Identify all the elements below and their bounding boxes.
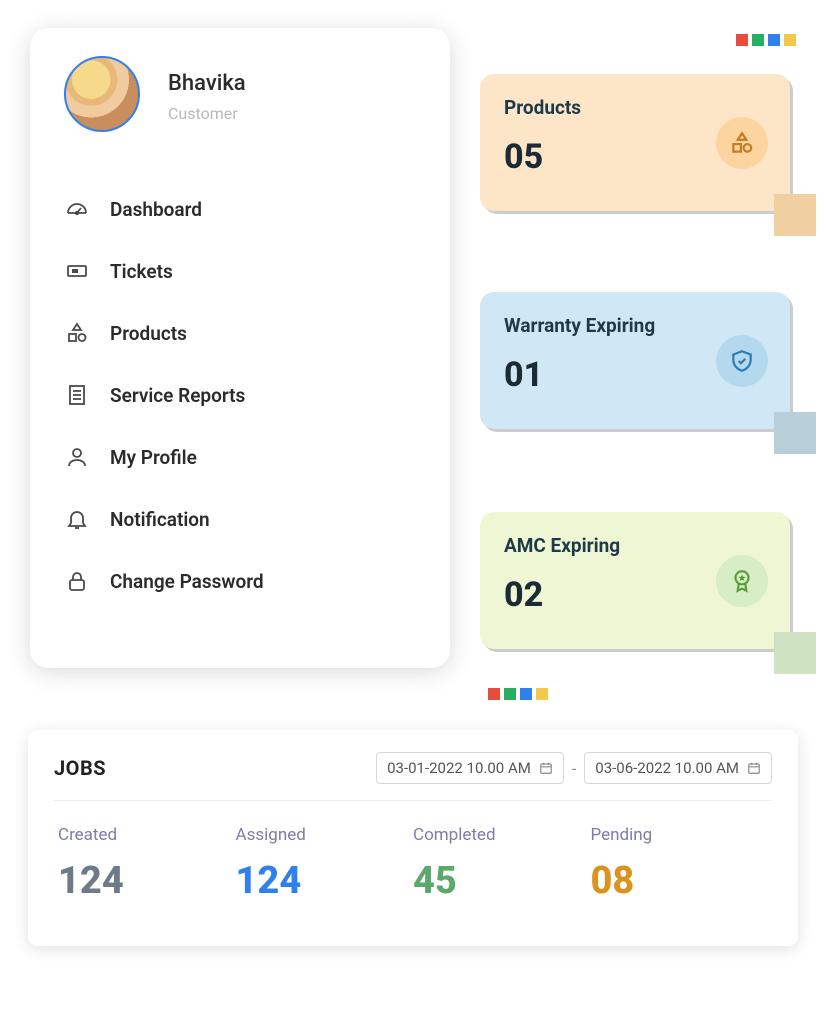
- date-from-text: 03-01-2022 10.00 AM: [387, 759, 531, 777]
- decor-dots-top: [736, 34, 796, 46]
- job-stat-pending: Pending 08: [591, 825, 769, 903]
- decor-dots-mid: [488, 688, 548, 700]
- nav-item-service-reports[interactable]: Service Reports: [64, 364, 416, 426]
- nav-item-my-profile[interactable]: My Profile: [64, 426, 416, 488]
- nav-item-notification[interactable]: Notification: [64, 488, 416, 550]
- nav-item-products[interactable]: Products: [64, 302, 416, 364]
- date-to-input[interactable]: 03-06-2022 10.00 AM: [584, 752, 772, 784]
- jobs-panel: JOBS 03-01-2022 10.00 AM - 03-06-2022 10…: [28, 730, 798, 946]
- card-warranty[interactable]: Warranty Expiring 01: [480, 292, 790, 429]
- job-stat-completed: Completed 45: [413, 825, 591, 903]
- sidebar: Bhavika Customer Dashboard Tickets Produ…: [30, 28, 450, 668]
- dashboard-icon: [64, 196, 90, 222]
- job-label: Completed: [413, 825, 591, 845]
- card-title: Products: [504, 96, 766, 119]
- corner-tab: [774, 632, 816, 674]
- lock-icon: [64, 568, 90, 594]
- job-stat-created: Created 124: [58, 825, 236, 903]
- card-title: Warranty Expiring: [504, 314, 766, 337]
- nav-label: My Profile: [110, 446, 197, 469]
- jobs-title: JOBS: [54, 756, 106, 780]
- ticket-icon: [64, 258, 90, 284]
- job-value: 124: [58, 859, 236, 903]
- profile-role: Customer: [168, 104, 246, 123]
- nav-item-dashboard[interactable]: Dashboard: [64, 178, 416, 240]
- shield-icon: [716, 335, 768, 387]
- job-stat-assigned: Assigned 124: [236, 825, 414, 903]
- date-from-input[interactable]: 03-01-2022 10.00 AM: [376, 752, 564, 784]
- profile-name: Bhavika: [168, 71, 246, 96]
- job-label: Pending: [591, 825, 769, 845]
- nav-label: Dashboard: [110, 198, 202, 221]
- date-separator: -: [572, 759, 576, 778]
- profile-icon: [64, 444, 90, 470]
- card-title: AMC Expiring: [504, 534, 766, 557]
- nav-label: Service Reports: [110, 384, 245, 407]
- bell-icon: [64, 506, 90, 532]
- nav-label: Tickets: [110, 260, 173, 283]
- badge-icon: [716, 555, 768, 607]
- avatar: [64, 56, 140, 132]
- calendar-icon: [539, 761, 553, 775]
- date-range: 03-01-2022 10.00 AM - 03-06-2022 10.00 A…: [376, 752, 772, 784]
- corner-tab: [774, 194, 816, 236]
- nav-item-change-password[interactable]: Change Password: [64, 550, 416, 612]
- job-value: 45: [413, 859, 591, 903]
- shapes-icon: [716, 117, 768, 169]
- job-value: 08: [591, 859, 769, 903]
- job-value: 124: [236, 859, 414, 903]
- job-label: Assigned: [236, 825, 414, 845]
- card-amc[interactable]: AMC Expiring 02: [480, 512, 790, 649]
- calendar-icon: [747, 761, 761, 775]
- job-label: Created: [58, 825, 236, 845]
- nav-list: Dashboard Tickets Products Service Repor…: [64, 178, 416, 612]
- shapes-icon: [64, 320, 90, 346]
- card-products[interactable]: Products 05: [480, 74, 790, 211]
- nav-item-tickets[interactable]: Tickets: [64, 240, 416, 302]
- corner-tab: [774, 412, 816, 454]
- nav-label: Products: [110, 322, 187, 345]
- date-to-text: 03-06-2022 10.00 AM: [595, 759, 739, 777]
- nav-label: Notification: [110, 508, 210, 531]
- nav-label: Change Password: [110, 570, 264, 593]
- report-icon: [64, 382, 90, 408]
- profile-block: Bhavika Customer: [64, 56, 416, 132]
